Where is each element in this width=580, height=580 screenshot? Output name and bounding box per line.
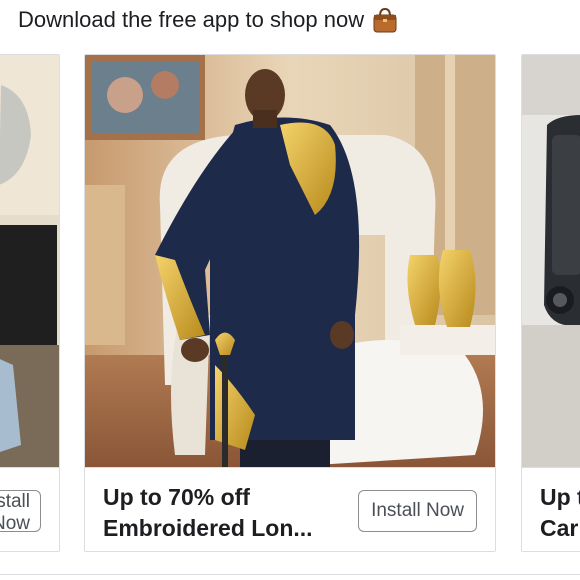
promo-header: Download the free app to shop now: [18, 6, 400, 34]
ad-title-next-line1: Up t: [540, 484, 580, 510]
product-image-main[interactable]: [85, 55, 495, 467]
ad-carousel[interactable]: Install Now: [0, 54, 580, 554]
card-footer-next: Up t Car: [522, 467, 580, 551]
product-image-next[interactable]: [522, 55, 580, 467]
install-now-button[interactable]: Install Now: [358, 490, 477, 532]
product-image-previous[interactable]: [0, 55, 59, 467]
promo-header-text: Download the free app to shop now: [18, 7, 365, 32]
carousel-card-previous[interactable]: Install Now: [0, 54, 60, 552]
divider: [0, 574, 580, 575]
ad-title-next[interactable]: Up t Car: [540, 482, 580, 544]
handbag-icon: [373, 7, 397, 33]
install-now-button-previous[interactable]: Install Now: [0, 490, 41, 532]
ad-title-line1: Up to 70% off: [103, 484, 250, 510]
ad-title-next-line2: Car: [540, 515, 579, 541]
card-footer-previous: Install Now: [0, 467, 59, 551]
ad-title-line2: Embroidered Lon...: [103, 515, 313, 541]
card-footer-main: Up to 70% off Embroidered Lon... Install…: [85, 467, 495, 551]
ad-title[interactable]: Up to 70% off Embroidered Lon...: [103, 482, 333, 544]
carousel-card-next[interactable]: Up t Car: [521, 54, 580, 552]
carousel-card-main[interactable]: Up to 70% off Embroidered Lon... Install…: [84, 54, 496, 552]
